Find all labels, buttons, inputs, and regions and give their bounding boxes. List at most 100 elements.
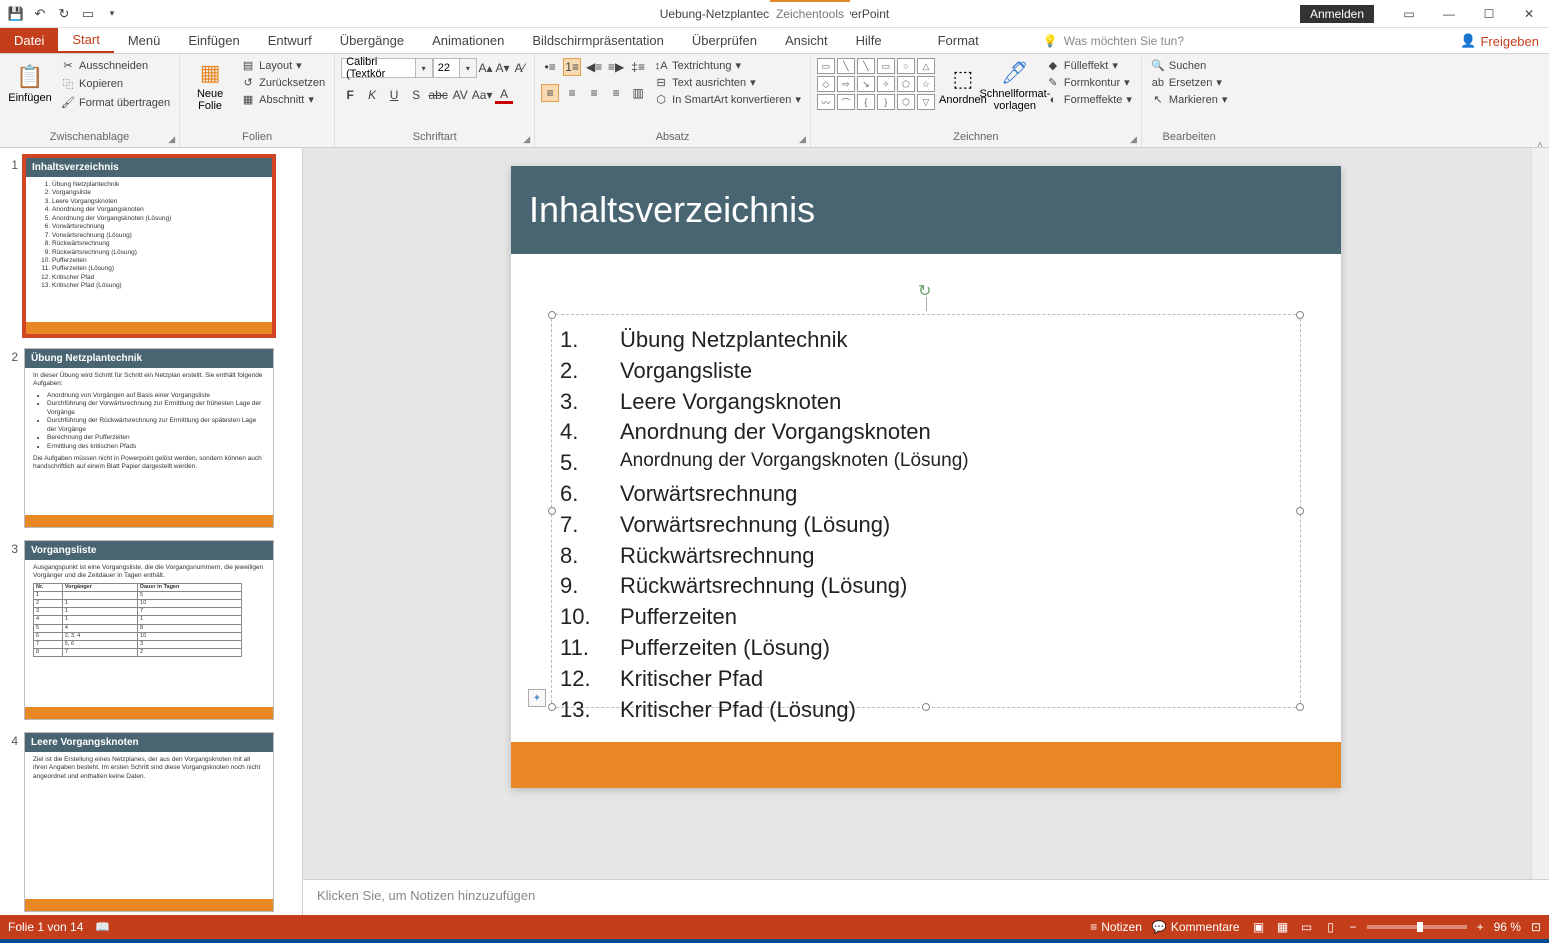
bullets-icon[interactable]: •≡ [541, 58, 559, 76]
layout-button[interactable]: ▤Layout ▾ [238, 58, 328, 73]
select-button[interactable]: ↖Markieren ▾ [1148, 92, 1230, 107]
shadow-icon[interactable]: S [407, 86, 425, 104]
align-center-icon[interactable]: ≡ [563, 84, 581, 102]
selection-handle[interactable] [1296, 311, 1304, 319]
tell-me-search[interactable]: 💡 Was möchten Sie tun? [1043, 28, 1184, 53]
copy-button[interactable]: ⿻Kopieren [58, 75, 173, 93]
cut-button[interactable]: ✂Ausschneiden [58, 58, 173, 73]
reset-button[interactable]: ↺Zurücksetzen [238, 75, 328, 90]
tab-start[interactable]: Start [58, 28, 113, 53]
toc-item[interactable]: 3.Leere Vorgangsknoten [560, 387, 1292, 418]
find-button[interactable]: 🔍Suchen [1148, 58, 1230, 73]
char-spacing-icon[interactable]: AV [451, 86, 469, 104]
toc-item[interactable]: 10.Pufferzeiten [560, 602, 1292, 633]
toc-item[interactable]: 11.Pufferzeiten (Lösung) [560, 633, 1292, 664]
dialog-launcher-icon[interactable]: ◢ [799, 134, 806, 145]
align-right-icon[interactable]: ≡ [585, 84, 603, 102]
decrease-indent-icon[interactable]: ◀≡ [585, 58, 603, 76]
tab-review[interactable]: Überprüfen [678, 28, 771, 53]
zoom-out-icon[interactable]: − [1350, 920, 1357, 934]
selection-handle[interactable] [1296, 507, 1304, 515]
tab-help[interactable]: Hilfe [842, 28, 896, 53]
autofit-options-icon[interactable]: ✦ [528, 689, 546, 707]
align-left-icon[interactable]: ≡ [541, 84, 559, 102]
toc-item[interactable]: 5.Anordnung der Vorgangsknoten (Lösung) [560, 448, 1292, 479]
align-text-button[interactable]: ⊟Text ausrichten ▾ [651, 75, 804, 90]
slideshow-view-icon[interactable]: ▯ [1322, 918, 1340, 936]
paste-button[interactable]: 📋 Einfügen [6, 58, 54, 110]
columns-icon[interactable]: ▥ [629, 84, 647, 102]
text-direction-button[interactable]: ↕ATextrichtung ▾ [651, 58, 804, 73]
change-case-icon[interactable]: Aa▾ [473, 86, 491, 104]
toc-item[interactable]: 12.Kritischer Pfad [560, 664, 1292, 695]
toc-item[interactable]: 7.Vorwärtsrechnung (Lösung) [560, 510, 1292, 541]
spellcheck-icon[interactable]: 📖 [95, 920, 110, 934]
dialog-launcher-icon[interactable]: ◢ [1130, 134, 1137, 145]
zoom-percent[interactable]: 96 % [1494, 920, 1521, 934]
selection-handle[interactable] [548, 703, 556, 711]
shape-effects-button[interactable]: ◐Formeffekte ▾ [1043, 92, 1135, 107]
signin-button[interactable]: Anmelden [1300, 5, 1374, 23]
shapes-gallery[interactable]: ▭╲╲▭○△ ◇⇨↘✧⬠☆ 〰⌒{}⬡▽ [817, 58, 935, 114]
slide[interactable]: Inhaltsverzeichnis ↻ ✦ 1.Übung Netzplant… [511, 166, 1341, 788]
notes-pane[interactable]: Klicken Sie, um Notizen hinzuzufügen [303, 879, 1549, 915]
minimize-icon[interactable]: — [1429, 0, 1469, 28]
toc-item[interactable]: 9.Rückwärtsrechnung (Lösung) [560, 571, 1292, 602]
quick-styles-button[interactable]: 🖊Schnellformat- vorlagen [991, 58, 1039, 114]
reading-view-icon[interactable]: ▭ [1298, 918, 1316, 936]
redo-icon[interactable]: ↻ [56, 6, 72, 22]
tab-slideshow[interactable]: Bildschirmpräsentation [518, 28, 678, 53]
slide-content-placeholder[interactable]: ↻ ✦ 1.Übung Netzplantechnik2.Vorgangslis… [551, 314, 1301, 708]
slideshow-start-icon[interactable]: ▭ [80, 6, 96, 22]
clear-format-icon[interactable]: A⁄ [511, 59, 528, 77]
slide-canvas[interactable]: Inhaltsverzeichnis ↻ ✦ 1.Übung Netzplant… [303, 148, 1549, 879]
toc-item[interactable]: 4.Anordnung der Vorgangsknoten [560, 417, 1292, 448]
vertical-scrollbar[interactable] [1531, 148, 1549, 879]
toc-item[interactable]: 2.Vorgangsliste [560, 356, 1292, 387]
tab-format[interactable]: Format [924, 28, 993, 53]
strikethrough-icon[interactable]: abc [429, 86, 447, 104]
new-slide-button[interactable]: ▦ Neue Folie [186, 58, 234, 114]
dialog-launcher-icon[interactable]: ◢ [523, 134, 530, 145]
tab-file[interactable]: Datei [0, 28, 58, 53]
section-button[interactable]: ▦Abschnitt ▾ [238, 92, 328, 107]
tab-animations[interactable]: Animationen [418, 28, 518, 53]
increase-indent-icon[interactable]: ≡▶ [607, 58, 625, 76]
font-name-combo[interactable]: Calibri (Textkör [341, 58, 415, 78]
slide-counter[interactable]: Folie 1 von 14 [8, 920, 83, 934]
tab-view[interactable]: Ansicht [771, 28, 842, 53]
slide-thumbnail[interactable]: 2Übung NetzplantechnikIn dieser Übung wi… [4, 348, 298, 528]
tab-design[interactable]: Entwurf [254, 28, 326, 53]
close-icon[interactable]: ✕ [1509, 0, 1549, 28]
slide-thumbnail[interactable]: 4Leere VorgangsknotenZiel ist die Erstel… [4, 732, 298, 912]
shape-outline-button[interactable]: ✎Formkontur ▾ [1043, 75, 1135, 90]
increase-font-icon[interactable]: A▴ [477, 59, 494, 77]
selection-handle[interactable] [1296, 703, 1304, 711]
format-painter-button[interactable]: 🖌Format übertragen [58, 95, 173, 110]
thumbnail-panel[interactable]: 1InhaltsverzeichnisÜbung Netzplantechnik… [0, 148, 303, 915]
toc-item[interactable]: 8.Rückwärtsrechnung [560, 541, 1292, 572]
ribbon-options-icon[interactable]: ▭ [1389, 0, 1429, 28]
slide-title[interactable]: Inhaltsverzeichnis [511, 166, 1341, 254]
toc-item[interactable]: 6.Vorwärtsrechnung [560, 479, 1292, 510]
shape-fill-button[interactable]: ◆Fülleffekt ▾ [1043, 58, 1135, 73]
fit-to-window-icon[interactable]: ⊡ [1531, 920, 1541, 934]
normal-view-icon[interactable]: ▣ [1250, 918, 1268, 936]
numbering-icon[interactable]: 1≡ [563, 58, 581, 76]
decrease-font-icon[interactable]: A▾ [494, 59, 511, 77]
justify-icon[interactable]: ≡ [607, 84, 625, 102]
selection-handle[interactable] [548, 311, 556, 319]
rotation-handle-icon[interactable]: ↻ [918, 281, 934, 297]
zoom-in-icon[interactable]: + [1477, 920, 1484, 934]
maximize-icon[interactable]: ☐ [1469, 0, 1509, 28]
qat-more-icon[interactable]: ▾ [104, 6, 120, 22]
selection-handle[interactable] [922, 703, 930, 711]
selection-handle[interactable] [548, 507, 556, 515]
save-icon[interactable]: 💾 [8, 6, 24, 22]
font-name-dropdown-icon[interactable]: ▾ [416, 58, 433, 78]
slide-thumbnail[interactable]: 1InhaltsverzeichnisÜbung Netzplantechnik… [4, 156, 298, 336]
font-size-dropdown-icon[interactable]: ▾ [460, 58, 477, 78]
font-color-icon[interactable]: A [495, 86, 513, 104]
dialog-launcher-icon[interactable]: ◢ [168, 134, 175, 145]
sorter-view-icon[interactable]: ▦ [1274, 918, 1292, 936]
